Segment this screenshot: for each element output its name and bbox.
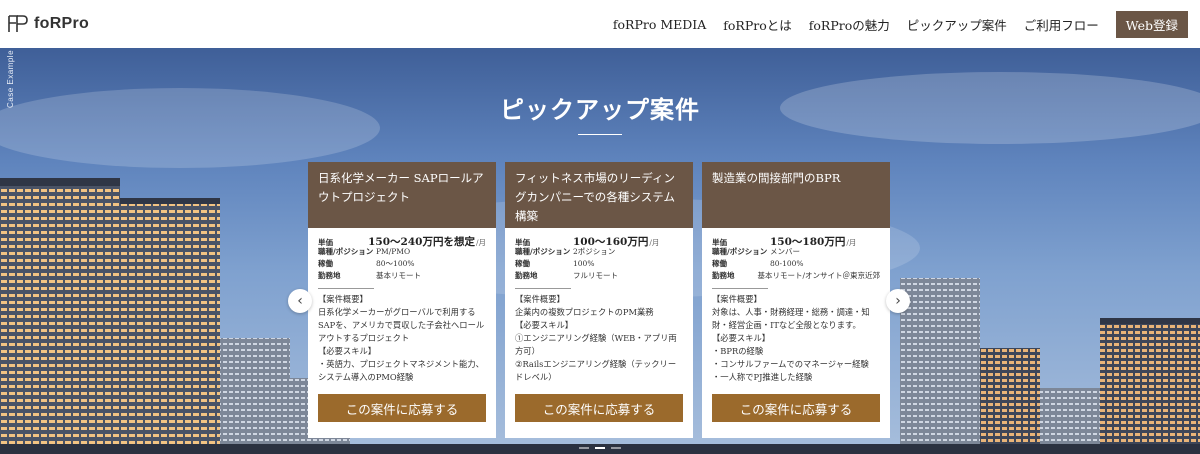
apply-button[interactable]: この案件に応募する xyxy=(318,394,486,422)
rate-value: 80-100% xyxy=(770,259,804,268)
pickup-section: Case Example ピックアップ案件 日系化学メーカー SAPロールアウト… xyxy=(0,48,1200,454)
job-card-title: フィットネス市場のリーディングカンパニーでの各種システム構築 xyxy=(505,162,693,228)
location-value: 基本リモート xyxy=(376,271,421,280)
meta-label: 稼働 xyxy=(318,259,333,268)
price-unit: /月 xyxy=(649,238,660,247)
job-card: フィットネス市場のリーディングカンパニーでの各種システム構築 単価 100〜16… xyxy=(505,162,693,438)
meta-label: 職種/ポジション xyxy=(712,247,768,256)
nav-item-pickup[interactable]: ピックアップ案件 xyxy=(907,15,1007,34)
rate-value: 100% xyxy=(573,259,595,268)
meta-row-price: 単価 150〜180万円/月 xyxy=(712,234,880,248)
carousel-dot[interactable] xyxy=(595,447,605,449)
job-card-title: 製造業の間接部門のBPR xyxy=(702,162,890,228)
job-card: 製造業の間接部門のBPR 単価 150〜180万円/月 職種/ポジション メンバ… xyxy=(702,162,890,438)
carousel-next-button[interactable]: › xyxy=(886,289,910,313)
meta-label: 職種/ポジション xyxy=(318,247,374,256)
job-meta: 単価 150〜240万円を想定/月 職種/ポジション PM/PMO 稼働 80〜… xyxy=(308,228,496,282)
nav-item-media[interactable]: foRPro MEDIA xyxy=(613,17,706,32)
nav-item-flow[interactable]: ご利用フロー xyxy=(1024,15,1099,34)
nav-item-about[interactable]: foRProとは xyxy=(723,15,791,34)
meta-row-location: 勤務地 基本リモート xyxy=(318,270,486,282)
apply-button[interactable]: この案件に応募する xyxy=(515,394,683,422)
meta-row-price: 単価 100〜160万円/月 xyxy=(515,234,683,248)
section-title: ピックアップ案件 xyxy=(500,95,700,124)
logo-mark-icon xyxy=(8,15,28,32)
site-header: foRPro foRPro MEDIA foRProとは foRProの魅力 ピ… xyxy=(0,0,1200,48)
carousel-prev-button[interactable]: ‹ xyxy=(288,289,312,313)
meta-row-rate: 稼働 80-100% xyxy=(712,258,880,270)
nav-item-appeal[interactable]: foRProの魅力 xyxy=(809,15,890,34)
job-description: 【案件概要】 対象は、人事・財務経理・総務・調達・知財・経営企画・ITなど全般と… xyxy=(712,294,870,382)
role-value: PM/PMO xyxy=(376,247,411,256)
logo-text: foRPro xyxy=(34,15,90,32)
meta-label: 稼働 xyxy=(515,259,530,268)
location-value: フルリモート xyxy=(573,271,618,280)
chevron-left-icon: ‹ xyxy=(297,293,303,309)
price-unit: /月 xyxy=(846,238,857,247)
job-meta: 単価 150〜180万円/月 職種/ポジション メンバー 稼働 80-100% … xyxy=(702,228,890,282)
job-card-title: 日系化学メーカー SAPロールアウトプロジェクト xyxy=(308,162,496,228)
meta-row-location: 勤務地 フルリモート xyxy=(515,270,683,282)
web-register-button[interactable]: Web登録 xyxy=(1115,10,1188,38)
meta-label: 職種/ポジション xyxy=(515,247,571,256)
role-value: 2ポジション xyxy=(573,247,616,256)
carousel-dot[interactable] xyxy=(611,447,621,449)
meta-label: 勤務地 xyxy=(515,271,538,280)
price-unit: /月 xyxy=(475,238,486,247)
meta-label: 勤務地 xyxy=(712,271,735,280)
job-description: 【案件概要】 企業内の複数プロジェクトのPM業務 【必要スキル】 ①エンジニアリ… xyxy=(515,294,677,382)
job-card: 日系化学メーカー SAPロールアウトプロジェクト 単価 150〜240万円を想定… xyxy=(308,162,496,438)
main-nav: foRPro MEDIA foRProとは foRProの魅力 ピックアップ案件… xyxy=(613,0,1200,48)
job-meta: 単価 100〜160万円/月 職種/ポジション 2ポジション 稼働 100% 勤… xyxy=(505,228,693,282)
meta-label: 勤務地 xyxy=(318,271,341,280)
location-value: 基本リモート/オンサイト＠東京近郊 xyxy=(757,271,880,280)
carousel-dots xyxy=(0,447,1200,449)
role-value: メンバー xyxy=(770,247,800,256)
title-divider xyxy=(578,134,622,135)
meta-row-location: 勤務地 基本リモート/オンサイト＠東京近郊 xyxy=(712,270,880,282)
meta-row-rate: 稼働 80〜100% xyxy=(318,258,486,270)
meta-label: 稼働 xyxy=(712,259,727,268)
meta-row-price: 単価 150〜240万円を想定/月 xyxy=(318,234,486,248)
meta-row-rate: 稼働 100% xyxy=(515,258,683,270)
chevron-right-icon: › xyxy=(895,293,901,309)
job-description: 【案件概要】 日系化学メーカーがグローバルで利用するSAPを、アメリカで買収した… xyxy=(318,294,485,382)
apply-button[interactable]: この案件に応募する xyxy=(712,394,880,422)
logo[interactable]: foRPro xyxy=(8,15,89,33)
rate-value: 80〜100% xyxy=(376,259,415,268)
carousel-dot[interactable] xyxy=(579,447,589,449)
